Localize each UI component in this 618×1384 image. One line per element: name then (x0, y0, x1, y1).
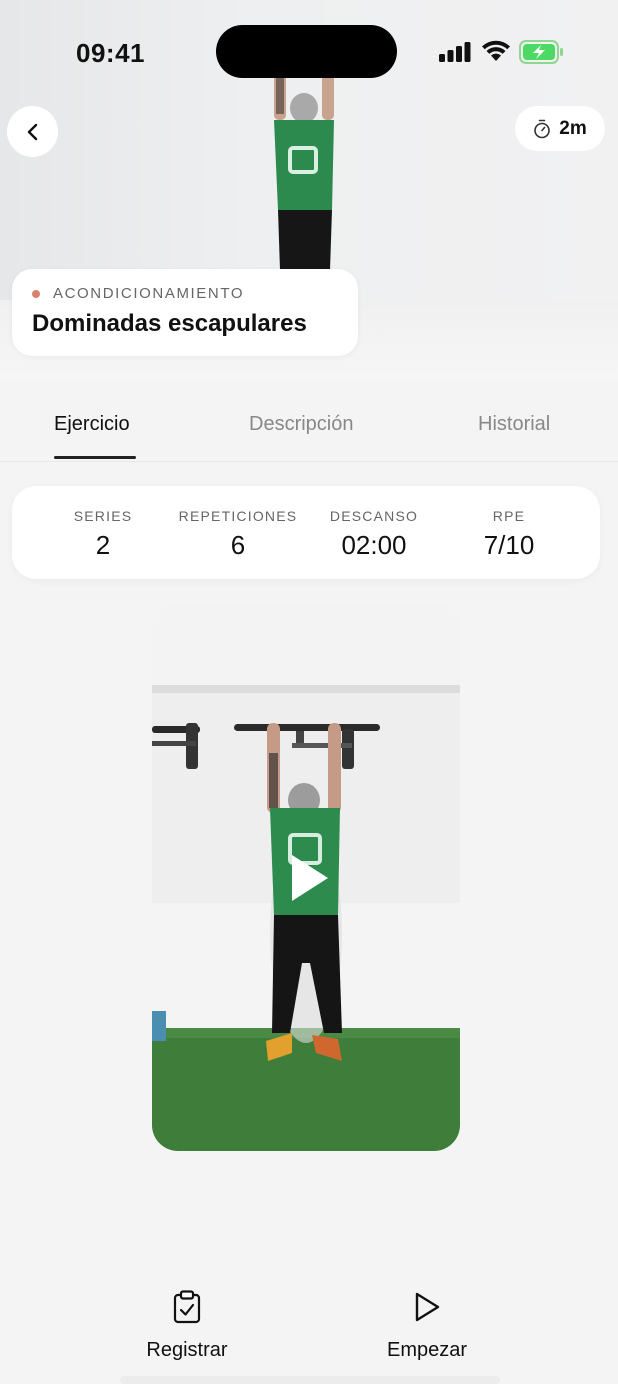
battery-charging-icon (519, 40, 563, 64)
stat-series: SERIES 2 (33, 508, 173, 561)
start-label: Empezar (386, 1339, 468, 1361)
back-button[interactable] (7, 106, 58, 157)
stat-descanso: DESCANSO 02:00 (304, 508, 444, 561)
stat-label: RPE (492, 508, 526, 524)
category-dot (32, 289, 40, 298)
tab-historial[interactable]: Historial (478, 413, 550, 436)
clipboard-check-icon (173, 1290, 201, 1324)
cellular-signal-icon (439, 42, 471, 62)
tab-ejercicio[interactable]: Ejercicio (54, 413, 130, 436)
dynamic-island (216, 25, 397, 78)
exercise-title-card: ACONDICIONAMIENTO Dominadas escapulares (12, 269, 358, 356)
tab-bar: Ejercicio Descripción Historial (0, 380, 618, 462)
stat-value: 02:00 (341, 530, 407, 560)
exercise-video-player[interactable] (152, 603, 460, 1151)
stat-rpe: RPE 7/10 (439, 508, 579, 561)
tab-descripcion[interactable]: Descripción (249, 413, 353, 436)
exercise-name: Dominadas escapulares (32, 310, 307, 337)
status-time: 09:41 (76, 38, 145, 68)
stopwatch-icon (534, 119, 551, 138)
duration-label: 2m (559, 117, 587, 139)
exercise-category: ACONDICIONAMIENTO (32, 285, 244, 302)
register-label: Registrar (146, 1339, 228, 1361)
stat-label: DESCANSO (329, 508, 419, 524)
wifi-icon (482, 40, 510, 61)
play-outline-icon (415, 1292, 440, 1322)
exercise-stats-card: SERIES 2 REPETICIONES 6 DESCANSO 02:00 R… (12, 486, 600, 579)
stat-label: REPETICIONES (178, 508, 298, 524)
active-tab-indicator (54, 456, 136, 459)
play-icon[interactable] (290, 853, 330, 903)
start-button[interactable]: Empezar (380, 1290, 474, 1362)
stat-label: SERIES (73, 508, 133, 524)
stat-value: 2 (95, 530, 111, 560)
exercise-hero-image: 09:41 2m ACONDICIONAMIENTO Dominadas esc… (0, 0, 618, 380)
duration-badge[interactable]: 2m (515, 106, 605, 151)
stat-repeticiones: REPETICIONES 6 (168, 508, 308, 561)
chevron-left-icon (27, 123, 37, 140)
status-bar: 09:41 (0, 0, 618, 100)
register-button[interactable]: Registrar (140, 1290, 234, 1362)
stat-value: 6 (230, 530, 246, 560)
category-label: ACONDICIONAMIENTO (53, 285, 245, 302)
home-indicator (120, 1376, 500, 1384)
stat-value: 7/10 (483, 530, 535, 560)
